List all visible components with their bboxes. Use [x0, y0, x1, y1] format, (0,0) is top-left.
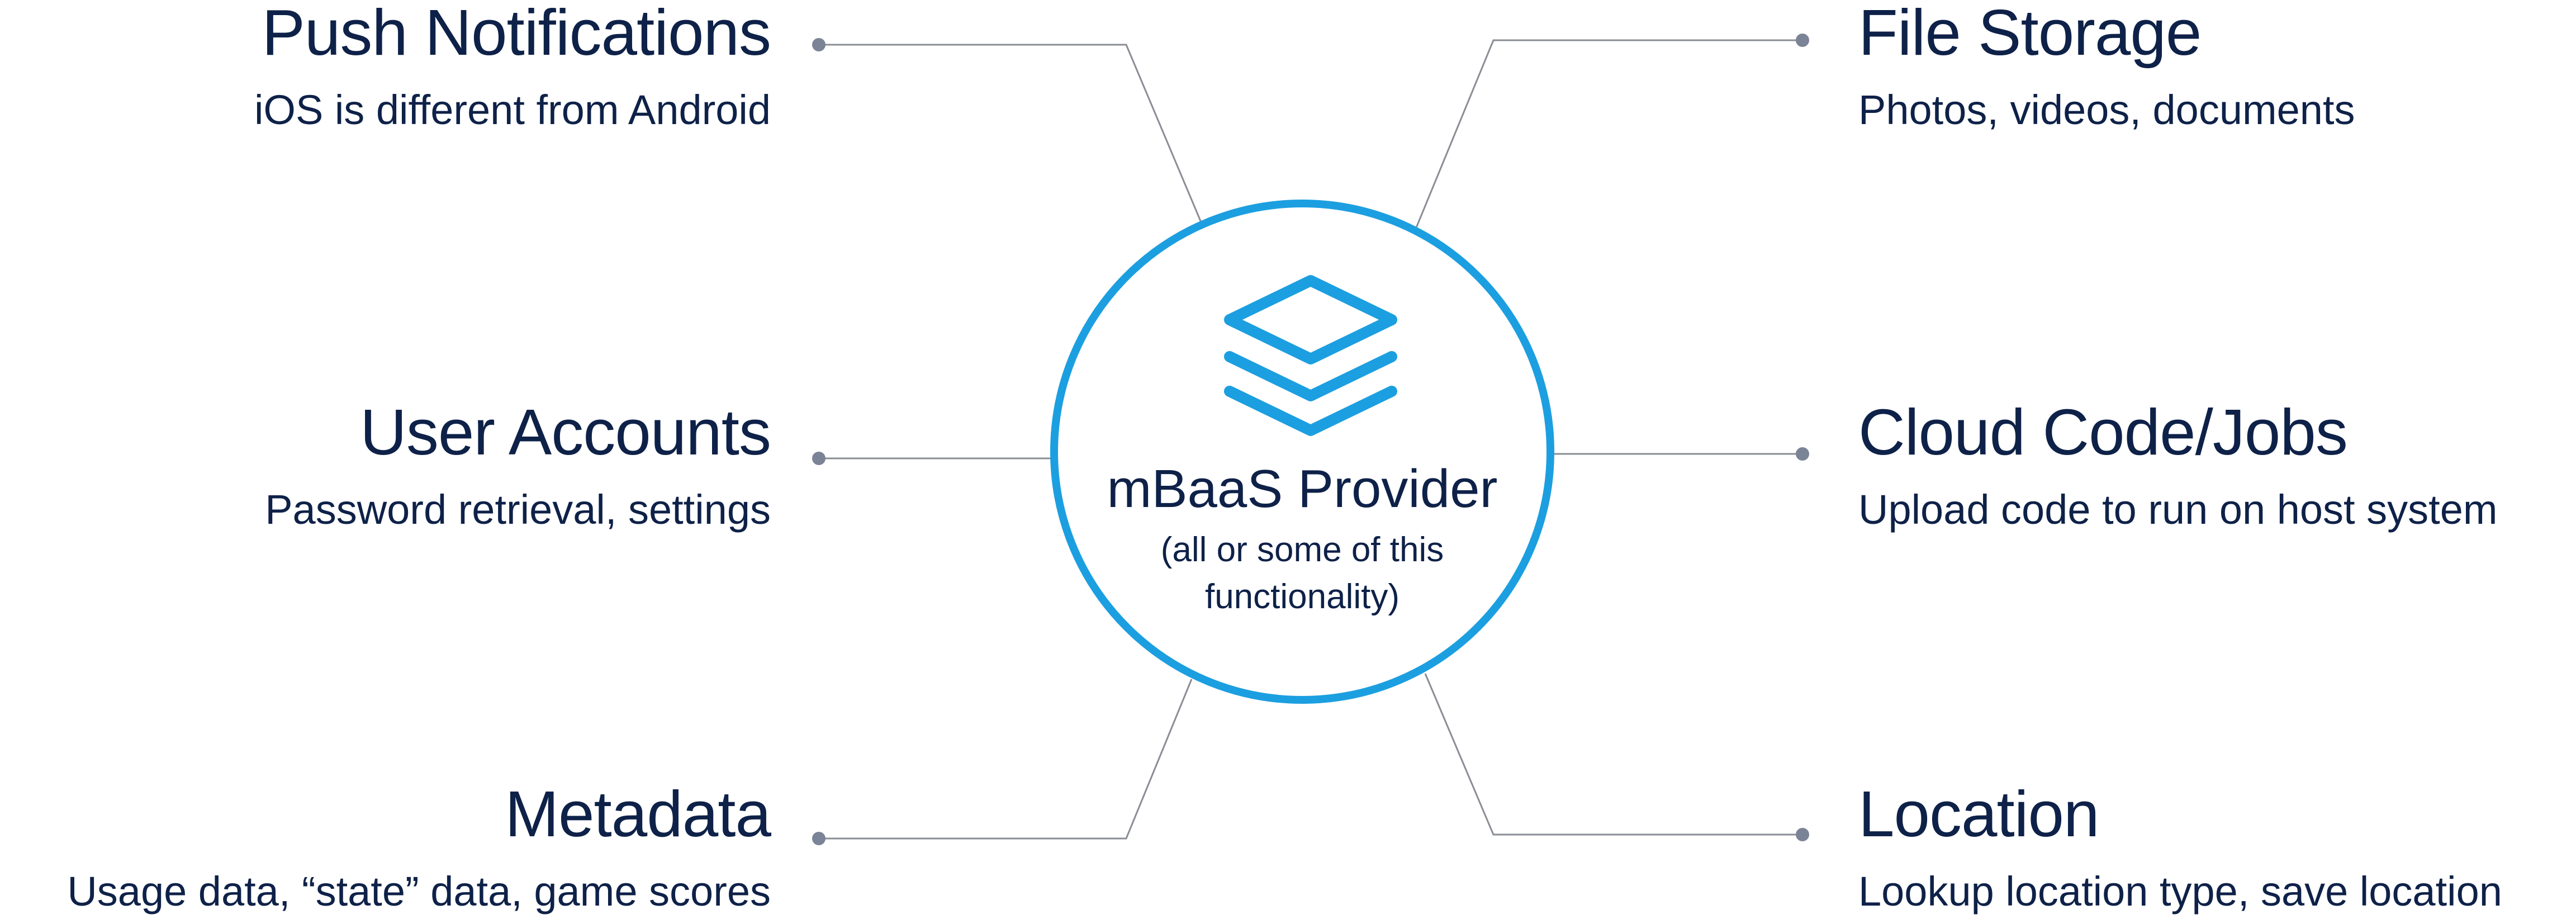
feature-title: Location	[1858, 778, 2100, 850]
feature-title: User Accounts	[360, 396, 771, 468]
connector-dot-accounts	[812, 452, 826, 465]
provider-subtitle: (all or some of this functionality)	[1160, 530, 1444, 616]
feature-subtitle: Upload code to run on host system	[1858, 486, 2498, 533]
connector-push	[819, 44, 1203, 224]
provider-circle	[1050, 200, 1554, 704]
connector-dot-push	[812, 38, 826, 51]
connector-dot-cloud	[1796, 447, 1809, 461]
connector-dot-storage	[1796, 34, 1809, 47]
feature-subtitle: Photos, videos, documents	[1858, 87, 2355, 133]
feature-push-notifications: Push Notifications iOS is different from…	[254, 0, 771, 131]
connector-storage	[1414, 39, 1802, 231]
feature-title: Push Notifications	[262, 0, 771, 69]
connector-metadata	[819, 679, 1193, 840]
connector-dot-metadata	[812, 832, 826, 845]
feature-title: File Storage	[1858, 0, 2202, 69]
feature-metadata: Metadata Usage data, “state” data, game …	[67, 781, 771, 912]
mbaas-diagram: Push Notifications iOS is different from…	[0, 0, 2576, 919]
feature-user-accounts: User Accounts Password retrieval, settin…	[265, 400, 771, 530]
feature-cloud-code-jobs: Cloud Code/Jobs Upload code to run on ho…	[1858, 400, 2498, 530]
feature-subtitle: Lookup location type, save location	[1858, 868, 2502, 915]
connector-location	[1424, 673, 1802, 836]
feature-subtitle: Password retrieval, settings	[265, 486, 771, 533]
feature-title: Metadata	[505, 778, 771, 850]
feature-title: Cloud Code/Jobs	[1858, 396, 2348, 468]
connector-dot-location	[1796, 828, 1809, 841]
feature-location: Location Lookup location type, save loca…	[1858, 781, 2502, 912]
provider-title: mBaaS Provider	[1107, 459, 1498, 519]
feature-subtitle: Usage data, “state” data, game scores	[67, 868, 771, 915]
feature-subtitle: iOS is different from Android	[254, 87, 771, 133]
feature-file-storage: File Storage Photos, videos, documents	[1858, 0, 2355, 131]
